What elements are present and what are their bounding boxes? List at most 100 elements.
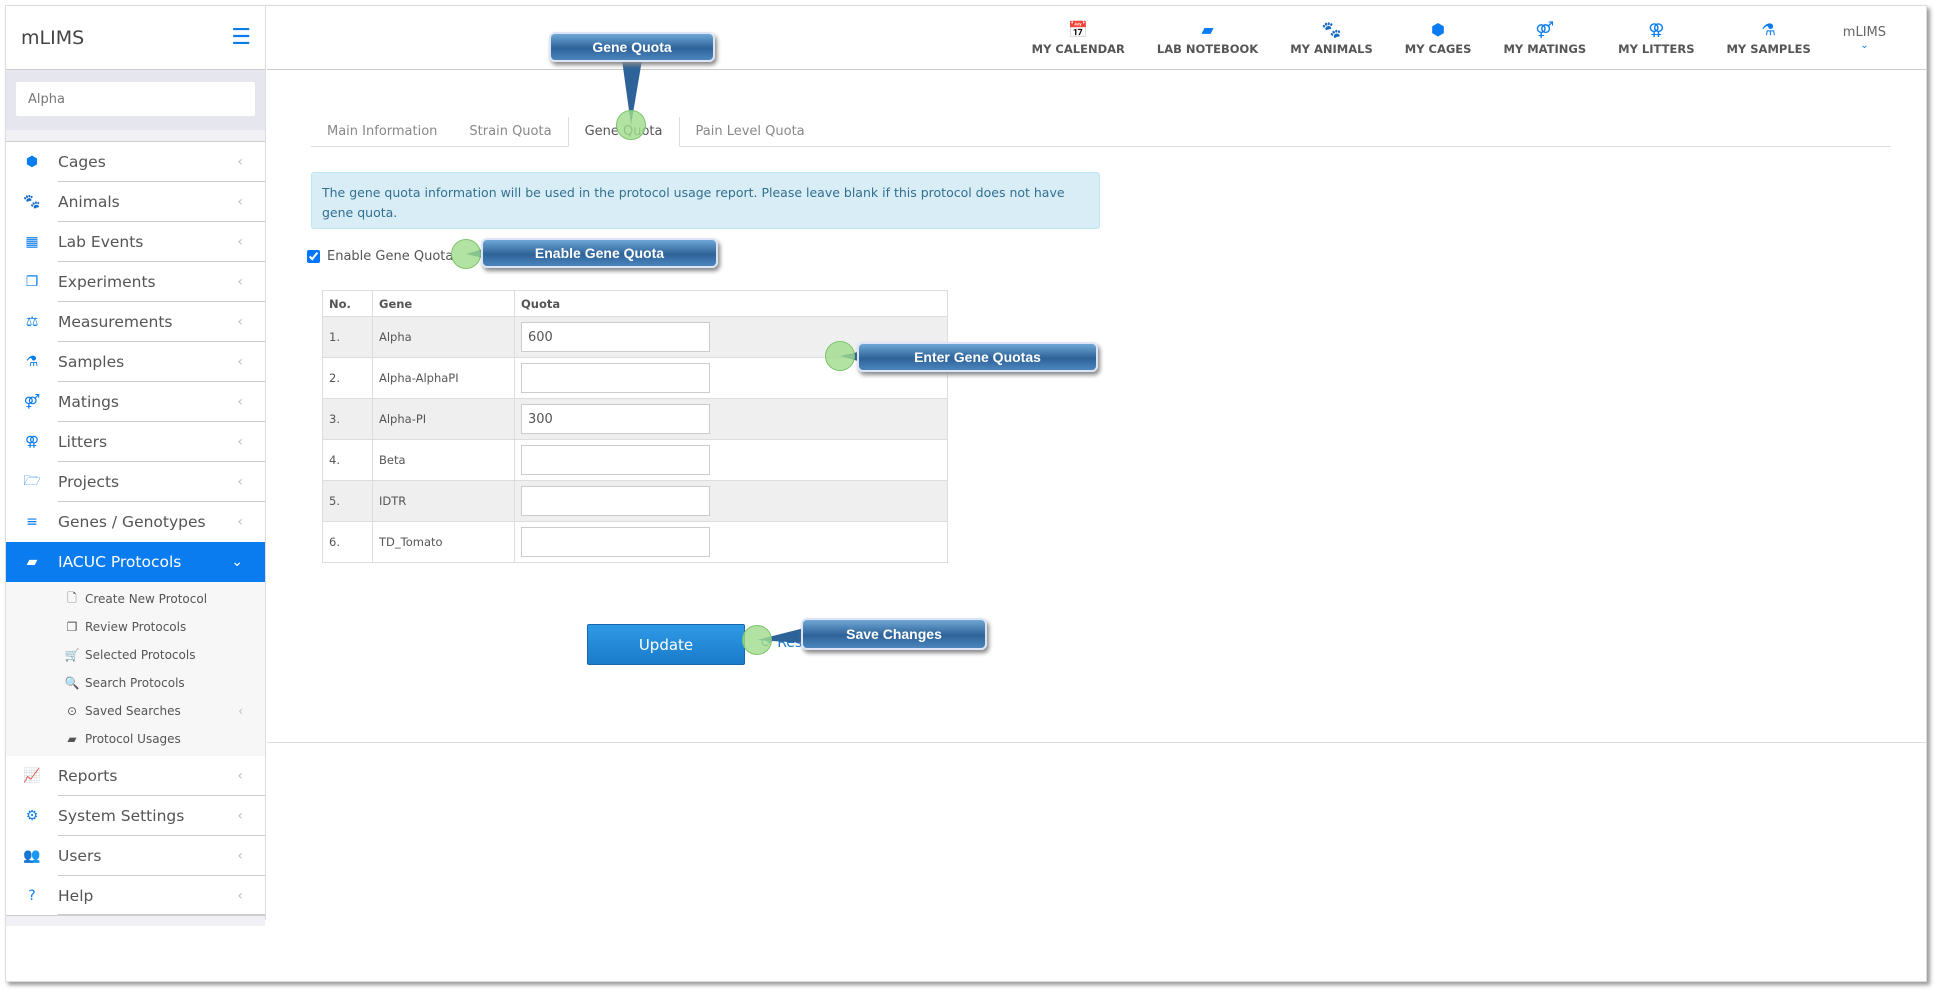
- nav-label: MY MATINGS: [1503, 41, 1587, 56]
- sidebar-item-label: Measurements: [58, 313, 173, 331]
- highlight-marker: [742, 625, 772, 655]
- row-number: 4.: [322, 439, 373, 481]
- highlight-marker: [825, 341, 855, 371]
- chevron-left-icon: ‹: [237, 434, 243, 450]
- nav-my-cages[interactable]: ⬢ MY CAGES: [1405, 20, 1472, 56]
- scale-icon: ⚖: [25, 314, 39, 330]
- sidebar-item-animals[interactable]: 🐾 Animals ‹: [6, 182, 265, 222]
- users-icon: 👥: [23, 848, 41, 864]
- target-icon: ⊙: [66, 704, 78, 718]
- sidebar-item-cages[interactable]: ⬢ Cages ‹: [6, 142, 265, 182]
- tab-main-information[interactable]: Main Information: [311, 117, 453, 146]
- table-row: 2. Alpha-AlphaPI: [322, 357, 948, 399]
- hamburger-menu-icon[interactable]: ☰: [231, 25, 251, 50]
- paw-icon: 🐾: [23, 194, 41, 210]
- question-icon: ?: [28, 887, 36, 904]
- info-alert: The gene quota information will be used …: [311, 172, 1100, 229]
- sidebar-item-matings[interactable]: ⚤ Matings ‹: [6, 382, 265, 422]
- tab-pain-level-quota[interactable]: Pain Level Quota: [680, 117, 821, 146]
- row-number: 6.: [322, 521, 373, 563]
- nav-my-litters[interactable]: ⚢ MY LITTERS: [1618, 20, 1694, 56]
- sidebar-item-label: Cages: [58, 153, 106, 171]
- row-number: 1.: [322, 316, 373, 358]
- tab-bar: Main Information Strain Quota Gene Quota…: [311, 117, 1891, 147]
- quota-input[interactable]: [521, 322, 710, 352]
- chevron-left-icon: ‹: [237, 314, 243, 330]
- app-window: mLIMS ☰ ⬢ Cages ‹ 🐾 Animals ‹ ▦ Lab Events ‹ ❐ E…: [5, 5, 1927, 982]
- quota-input[interactable]: [521, 486, 710, 516]
- chevron-left-icon: ‹: [237, 394, 243, 410]
- sidebar-item-label: Lab Events: [58, 233, 144, 251]
- chevron-left-icon: ‹: [237, 194, 243, 210]
- folder-icon: 🗁: [23, 473, 41, 489]
- column-header: Gene: [372, 290, 515, 317]
- enable-gene-quota-checkbox[interactable]: [307, 250, 320, 263]
- book-icon: ▰: [26, 554, 38, 570]
- nav-my-calendar[interactable]: 📅 MY CALENDAR: [1032, 20, 1125, 56]
- sidebar-item-label: Genes / Genotypes: [58, 513, 206, 531]
- quota-input[interactable]: [521, 363, 710, 393]
- nav-label: MY CAGES: [1404, 41, 1472, 56]
- enable-gene-quota[interactable]: Enable Gene Quota: [307, 249, 453, 264]
- sidebar-item-label: System Settings: [58, 807, 185, 825]
- main-content: Main Information Strain Quota Gene Quota…: [267, 71, 1926, 743]
- table-row: 6. TD_Tomato: [322, 521, 948, 563]
- gene-name: Alpha-PI: [372, 398, 515, 440]
- nav-my-animals[interactable]: 🐾 MY ANIMALS: [1290, 20, 1373, 56]
- submenu-review-protocols[interactable]: ❐ Review Protocols: [6, 613, 265, 641]
- quota-input[interactable]: [521, 404, 710, 434]
- sidebar-item-iacuc-protocols[interactable]: ▰ IACUC Protocols ⌄: [6, 542, 265, 582]
- gene-name: IDTR: [372, 480, 515, 522]
- sidebar-item-lab-events[interactable]: ▦ Lab Events ‹: [6, 222, 265, 262]
- bars-icon: ≡: [26, 514, 38, 530]
- nav-my-samples[interactable]: ⚗ MY SAMPLES: [1726, 20, 1810, 56]
- sidebar: mLIMS ☰ ⬢ Cages ‹ 🐾 Animals ‹ ▦ Lab Events ‹ ❐ E…: [6, 6, 266, 926]
- calendar-icon: ▦: [25, 234, 39, 250]
- sidebar-item-system-settings[interactable]: ⚙ System Settings ‹: [6, 796, 265, 836]
- submenu-create-new-protocol[interactable]: 🗋 Create New Protocol: [6, 585, 265, 613]
- submenu-saved-searches[interactable]: ⊙ Saved Searches ‹: [6, 697, 265, 725]
- sidebar-item-reports[interactable]: 📈 Reports ‹: [6, 756, 265, 796]
- user-menu[interactable]: mLIMS ⌄: [1843, 25, 1886, 51]
- sidebar-item-experiments[interactable]: ❐ Experiments ‹: [6, 262, 265, 302]
- litter-icon: ⚢: [24, 434, 40, 450]
- gene-name: TD_Tomato: [372, 521, 515, 563]
- book-icon: ▰: [67, 732, 77, 746]
- sidebar-item-genes[interactable]: ≡ Genes / Genotypes ‹: [6, 502, 265, 542]
- gene-name: Alpha: [372, 316, 515, 358]
- sidebar-item-help[interactable]: ? Help ‹: [6, 876, 265, 916]
- submenu-search-protocols[interactable]: 🔍 Search Protocols: [6, 669, 265, 697]
- submenu-selected-protocols[interactable]: 🛒 Selected Protocols: [6, 641, 265, 669]
- nav-label: LAB NOTEBOOK: [1156, 41, 1259, 56]
- nav-my-matings[interactable]: ⚤ MY MATINGS: [1503, 20, 1586, 56]
- gear-icon: ⚙: [25, 808, 39, 824]
- nav-lab-notebook[interactable]: ▰ LAB NOTEBOOK: [1157, 20, 1258, 56]
- search-icon: 🔍: [64, 676, 80, 690]
- line-chart-icon: 📈: [23, 768, 41, 784]
- tab-strain-quota[interactable]: Strain Quota: [453, 117, 567, 146]
- submenu-label: Selected Protocols: [85, 648, 196, 662]
- gene-name: Alpha-AlphaPI: [372, 357, 515, 399]
- sidebar-item-projects[interactable]: 🗁 Projects ‹: [6, 462, 265, 502]
- update-button[interactable]: Update: [587, 624, 745, 665]
- user-name: mLIMS: [1842, 24, 1886, 40]
- sidebar-item-label: Help: [58, 886, 94, 905]
- sidebar-item-measurements[interactable]: ⚖ Measurements ‹: [6, 302, 265, 342]
- highlight-marker: [616, 110, 646, 140]
- submenu-protocol-usages[interactable]: ▰ Protocol Usages: [6, 725, 265, 753]
- chevron-left-icon: ‹: [237, 154, 243, 170]
- file-icon: 🗋: [67, 590, 77, 605]
- row-number: 2.: [322, 357, 373, 399]
- sidebar-item-users[interactable]: 👥 Users ‹: [6, 836, 265, 876]
- sidebar-search-input[interactable]: [16, 82, 255, 116]
- submenu-label: Create New Protocol: [85, 592, 208, 606]
- nav-label: MY LITTERS: [1618, 41, 1695, 56]
- chevron-left-icon: ‹: [238, 704, 243, 718]
- sidebar-item-label: Experiments: [58, 273, 156, 291]
- book-icon: ▰: [1201, 19, 1214, 39]
- sidebar-item-litters[interactable]: ⚢ Litters ‹: [6, 422, 265, 462]
- quota-input[interactable]: [521, 445, 710, 475]
- flask-icon: ⚗: [1761, 19, 1776, 39]
- quota-input[interactable]: [521, 527, 710, 557]
- sidebar-item-samples[interactable]: ⚗ Samples ‹: [6, 342, 265, 382]
